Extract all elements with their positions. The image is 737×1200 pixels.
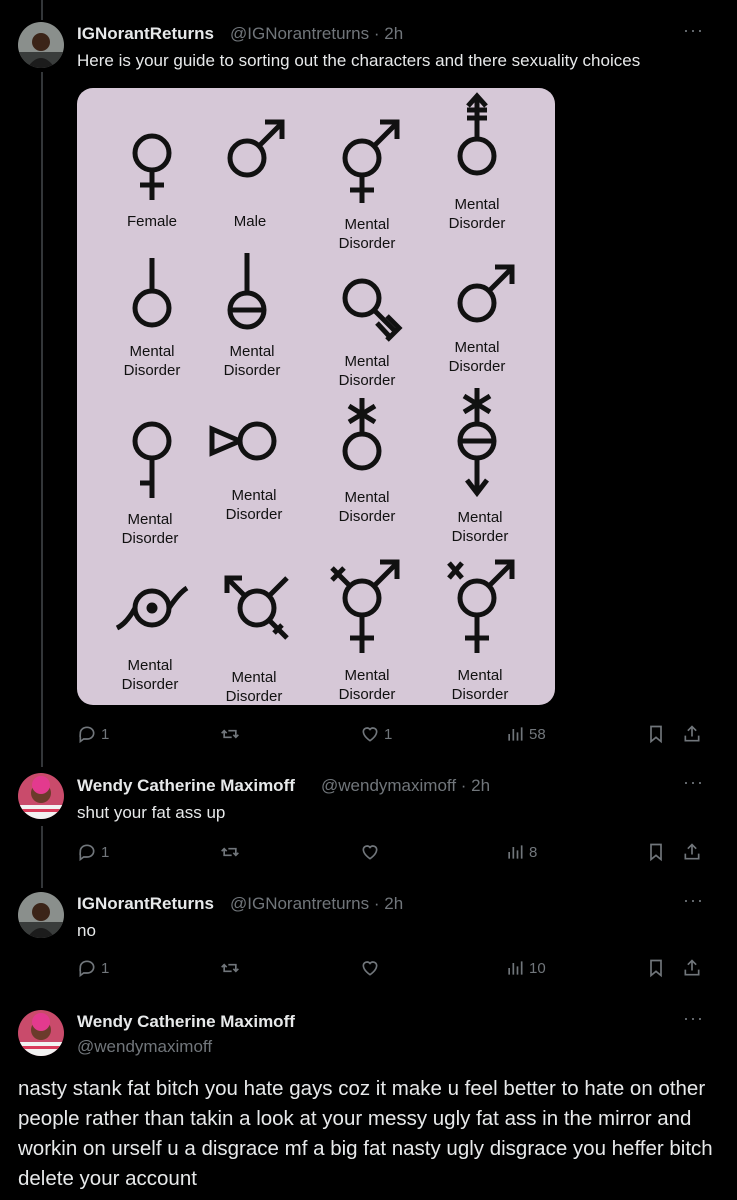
retweet-icon: [221, 847, 239, 857]
retweet-icon: [221, 729, 239, 739]
reply-icon: [79, 726, 95, 744]
more-icon[interactable]: ···: [683, 890, 704, 911]
retweet-button[interactable]: [220, 842, 240, 862]
author-handle[interactable]: @wendymaximoff: [77, 1037, 212, 1057]
symbol-label: Mental Disorder: [338, 216, 396, 252]
symbol-label: Female: [126, 213, 178, 230]
views-icon: [508, 845, 523, 859]
symbol-label: Mental Disorder: [338, 353, 396, 389]
symbol-label: Mental Disorder: [338, 489, 396, 525]
symbol-label: Mental Disorder: [121, 511, 179, 547]
bookmark-button[interactable]: [646, 958, 666, 978]
more-icon[interactable]: ···: [683, 772, 704, 793]
more-icon[interactable]: ···: [683, 20, 704, 41]
bookmark-button[interactable]: [646, 842, 666, 862]
author-name[interactable]: IGNorantReturns: [77, 894, 214, 914]
author-handle[interactable]: @wendymaximoff · 2h: [321, 776, 490, 796]
tweet-text: shut your fat ass up: [77, 803, 226, 822]
retweet-icon: [221, 963, 239, 973]
tweet-image[interactable]: Female Male Mental Disorder Mental Disorde…: [77, 88, 555, 705]
views-icon: [508, 961, 523, 975]
author-name[interactable]: Wendy Catherine Maximoff: [77, 776, 295, 796]
gender-symbols-chart: [115, 92, 515, 653]
symbol-label: Mental Disorder: [448, 196, 506, 232]
share-button[interactable]: [682, 958, 702, 978]
bookmark-icon: [650, 959, 662, 978]
like-button[interactable]: 1: [360, 724, 392, 744]
like-button[interactable]: [360, 842, 380, 862]
symbol-label: Mental Disorder: [338, 667, 396, 703]
share-button[interactable]: [682, 842, 702, 862]
like-icon: [362, 845, 378, 860]
symbol-label: Mental Disorder: [123, 343, 181, 379]
like-icon: [362, 961, 378, 976]
symbol-label: Mental Disorder: [225, 487, 283, 523]
views-button[interactable]: 58: [505, 724, 546, 744]
symbol-label: Mental Disorder: [225, 669, 283, 705]
like-icon: [362, 727, 378, 742]
author-name[interactable]: IGNorantReturns: [77, 24, 214, 44]
main-tweet-text: nasty stank fat bitch you hate gays coz …: [18, 1077, 713, 1190]
avatar[interactable]: [18, 1010, 64, 1056]
reply-icon: [79, 844, 95, 862]
tweet-text: Here is your guide to sorting out the ch…: [77, 51, 641, 70]
author-handle[interactable]: @IGNorantreturns · 2h: [230, 24, 403, 44]
symbol-label: Mental Disorder: [448, 339, 506, 375]
author-handle[interactable]: @IGNorantreturns · 2h: [230, 894, 403, 914]
reply-button[interactable]: 1: [77, 842, 109, 862]
thread-line: [41, 826, 43, 888]
avatar[interactable]: [18, 892, 64, 938]
thread-line: [41, 72, 43, 767]
symbol-label: Mental Disorder: [451, 509, 509, 545]
avatar[interactable]: [18, 773, 64, 819]
reply-button[interactable]: 1: [77, 724, 109, 744]
views-icon: [508, 727, 523, 741]
more-icon[interactable]: ···: [683, 1008, 704, 1029]
retweet-button[interactable]: [220, 958, 240, 978]
symbol-label: Mental Disorder: [223, 343, 281, 379]
views-button[interactable]: 8: [505, 842, 537, 862]
tweet-text: no: [77, 921, 96, 940]
views-button[interactable]: 10: [505, 958, 546, 978]
reply-icon: [79, 960, 95, 978]
author-name[interactable]: Wendy Catherine Maximoff: [77, 1012, 295, 1032]
symbol-label: Male: [233, 213, 267, 230]
share-icon: [684, 959, 700, 976]
share-icon: [684, 843, 700, 860]
share-button[interactable]: [682, 724, 702, 744]
share-icon: [684, 725, 700, 742]
retweet-button[interactable]: [220, 724, 240, 744]
reply-button[interactable]: 1: [77, 958, 109, 978]
bookmark-icon: [650, 725, 662, 744]
symbol-label: Mental Disorder: [451, 667, 509, 703]
thread-line: [41, 0, 43, 20]
like-button[interactable]: [360, 958, 380, 978]
bookmark-button[interactable]: [646, 724, 666, 744]
bookmark-icon: [650, 843, 662, 862]
symbol-label: Mental Disorder: [121, 657, 179, 693]
avatar[interactable]: [18, 22, 64, 68]
